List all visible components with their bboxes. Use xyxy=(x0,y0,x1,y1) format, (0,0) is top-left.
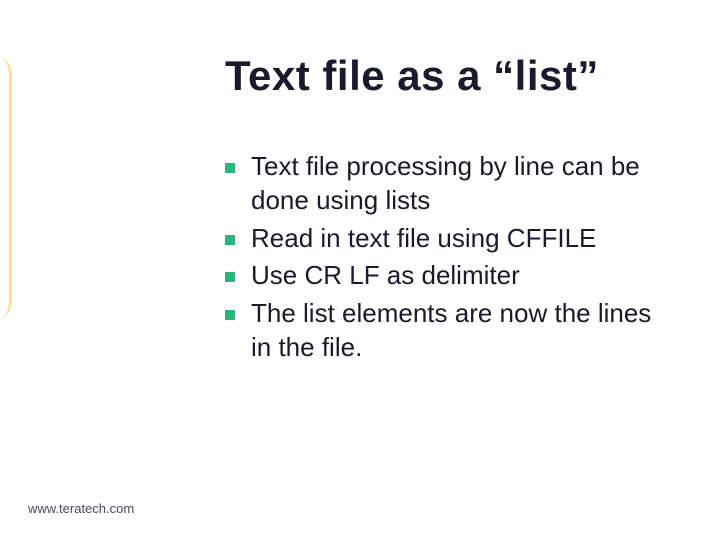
slide-title: Text file as a “list” xyxy=(225,52,599,100)
list-item: Text file processing by line can be done… xyxy=(225,150,675,218)
bullet-icon xyxy=(225,272,235,282)
list-item-text: Use CR LF as delimiter xyxy=(251,259,520,293)
bullet-list: Text file processing by line can be done… xyxy=(225,150,675,369)
bullet-icon xyxy=(225,310,235,320)
list-item-text: The list elements are now the lines in t… xyxy=(251,297,675,365)
list-item-text: Read in text file using CFFILE xyxy=(251,222,596,256)
slide: Text file as a “list” Text file processi… xyxy=(0,0,720,540)
accent-curve xyxy=(0,58,12,318)
list-item: The list elements are now the lines in t… xyxy=(225,297,675,365)
bullet-icon xyxy=(225,235,235,245)
footer-url: www.teratech.com xyxy=(28,501,134,516)
list-item: Use CR LF as delimiter xyxy=(225,259,675,293)
list-item-text: Text file processing by line can be done… xyxy=(251,150,675,218)
bullet-icon xyxy=(225,163,235,173)
list-item: Read in text file using CFFILE xyxy=(225,222,675,256)
